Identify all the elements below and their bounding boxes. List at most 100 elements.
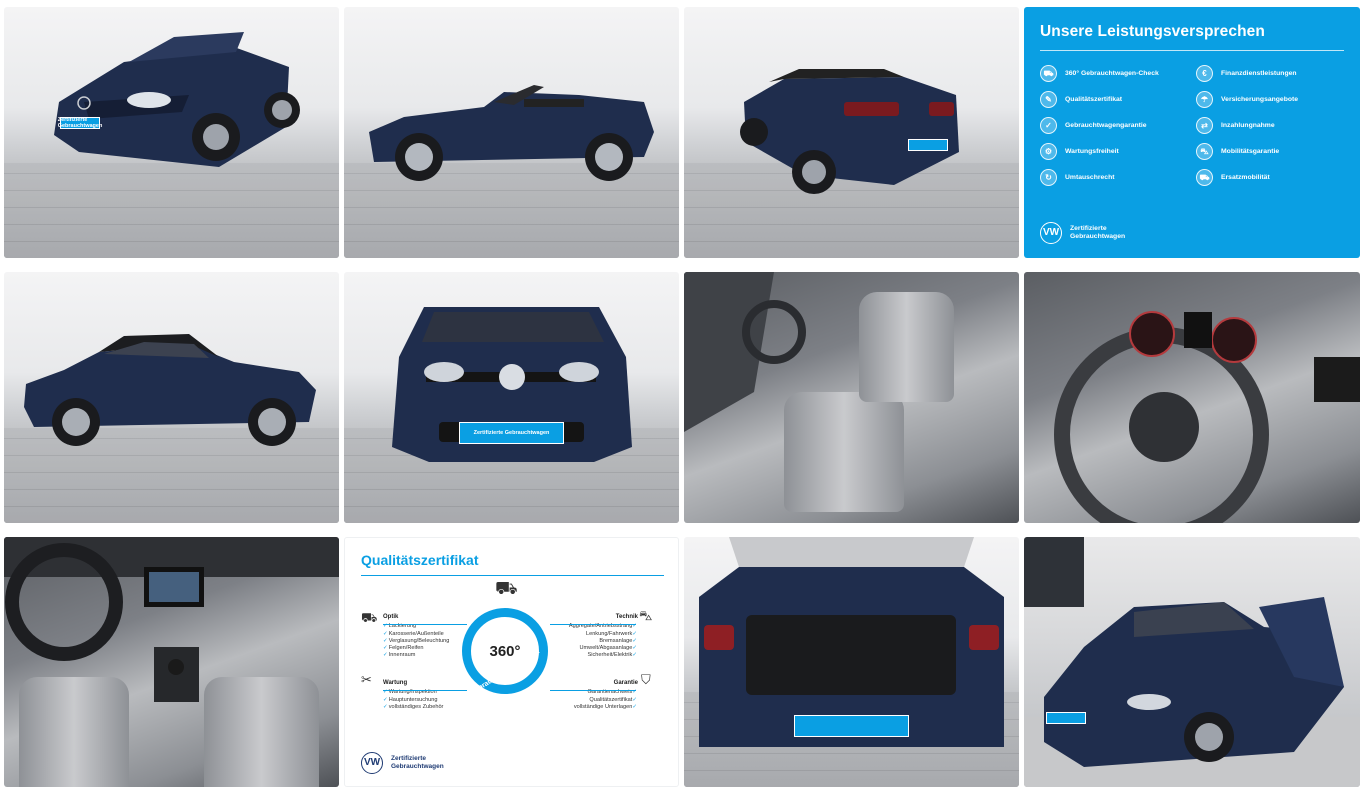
footer-line-2: Gebrauchtwagen [1070,233,1126,240]
door-panel-image [684,272,806,432]
technik-item: Sicherheit/Elektrik✓ [587,652,637,659]
promise-item-label: Versicherungsangebote [1221,96,1299,103]
certified-footer: VW Zertifizierte Gebrauchtwagen [1040,222,1125,244]
optik-list: Optik ✓Lackierung ✓Karosserie/Außenteile… [383,614,449,660]
gallery-photo-2[interactable] [344,7,679,258]
divider [550,624,636,625]
car-side-closed-image [24,334,316,446]
technik-item: Umwelt/Abgasanlage✓ [579,645,637,652]
garantie-item: Qualitätszertifikat✓ [589,696,637,703]
promise-item-label: Mobilitätsgarantie [1221,148,1280,155]
technik-item: Bremsanlage✓ [599,637,637,644]
footer-line-2: Gebrauchtwagen [391,763,444,770]
divider [1040,50,1344,51]
promise-item: ⛟ Ersatzmobilität [1196,169,1344,186]
check-360-number: 360° [489,642,521,660]
divider [550,690,636,691]
vw-logo-icon: VW [361,752,383,774]
trade-in-icon: ⇄ [1196,117,1213,134]
photo-gallery-grid: Zertifizierte Gebrauchtwagen Unsere Leis… [0,0,1363,787]
wrench-icon: ✂ [361,672,372,687]
technik-heading: Technik [615,614,638,620]
optik-item: ✓Felgen/Reifen [383,645,424,652]
finance-icon: € [1196,65,1213,82]
trunk-compartment [746,615,956,695]
gallery-photo-6[interactable] [684,272,1019,523]
promise-item-label: Inzahlungnahme [1221,122,1275,129]
gallery-photo-10[interactable] [1024,537,1360,787]
car-technik-icon: ⛍ [639,608,653,623]
wartung-heading: Wartung [383,680,408,686]
promise-item-label: Wartungsfreiheit [1065,148,1119,155]
car-optics-icon: ⛟ [361,610,378,625]
promise-item: ⛍ Mobilitätsgarantie [1196,143,1344,160]
optik-item: ✓Innenraum [383,652,416,659]
optik-item: ✓Karosserie/Außenteile [383,630,444,637]
certified-footer: VW Zertifizierte Gebrauchtwagen [361,752,444,774]
insurance-icon: ☂ [1196,91,1213,108]
exchange-icon: ↻ [1040,169,1057,186]
promise-item-label: 360° Gebrauchtwagen-Check [1065,70,1159,77]
license-plate [908,139,948,151]
car-front-left-image [54,32,300,167]
quality-panel-title: Qualitätszertifikat [361,552,479,568]
car-check-icon: ⛟ [495,578,518,598]
optik-item: ✓Verglasung/Beleuchtung [383,637,450,644]
car-rear-right-image [740,69,959,194]
garantie-heading: Garantie [613,680,638,686]
footer-line-1: Zertifizierte [1070,225,1107,232]
promise-item: ✓ Gebrauchtwagengarantie [1040,117,1188,134]
garantie-item: vollständige Unterlagen✓ [573,703,637,710]
gallery-photo-3[interactable] [684,7,1019,258]
wartung-list: Wartung ✓Wartung/Inspektion ✓Hauptunters… [383,680,443,711]
certified-plate: Zertifizierte Gebrauchtwagen [459,422,564,444]
wartung-item: ✓vollständiges Zubehör [383,703,444,710]
optik-heading: Optik [383,614,399,620]
replacement-car-icon: ⛟ [1196,169,1213,186]
promise-item-label: Finanzdienstleistungen [1221,70,1297,77]
promise-item: ☂ Versicherungsangebote [1196,91,1344,108]
gallery-photo-8[interactable] [4,537,339,787]
warranty-icon: ✓ [1040,117,1057,134]
shield-check-icon: ⛉ [641,672,651,687]
technik-item: Lenkung/Fahrwerk✓ [585,630,637,637]
vw-badge-image [1129,392,1199,462]
promise-item: ⛟ 360° Gebrauchtwagen-Check [1040,65,1188,82]
car-showroom-image [1024,537,1360,787]
promise-item: ⇄ Inzahlungnahme [1196,117,1344,134]
gallery-photo-1[interactable]: Zertifizierte Gebrauchtwagen [4,7,339,258]
vw-logo-icon: VW [1040,222,1062,244]
promise-list: ⛟ 360° Gebrauchtwagen-Check € Finanzdienst… [1040,65,1344,186]
car-check-icon: ⛟ [1040,65,1057,82]
gallery-photo-7[interactable] [1024,272,1360,523]
promise-item: ↻ Umtauschrecht [1040,169,1188,186]
certificate-icon: ✎ [1040,91,1057,108]
promise-panel[interactable]: Unsere Leistungsversprechen ⛟ 360° Gebrau… [1024,7,1360,258]
promise-item-label: Qualitätszertifikat [1065,96,1123,103]
promise-item: ⚙ Wartungsfreiheit [1040,143,1188,160]
promise-item: ✎ Qualitätszertifikat [1040,91,1188,108]
footer-line-1: Zertifizierte [391,755,427,762]
promise-panel-title: Unsere Leistungsversprechen [1040,23,1265,40]
promise-item-label: Umtauschrecht [1065,174,1115,181]
instrument-cluster-image [1129,311,1360,402]
license-plate [794,715,909,737]
certified-plate: Zertifizierte Gebrauchtwagen [57,117,103,129]
promise-item: € Finanzdienstleistungen [1196,65,1344,82]
divider [383,624,467,625]
promise-item-label: Ersatzmobilität [1221,174,1270,181]
divider [361,575,664,576]
gallery-photo-5[interactable]: Zertifizierte Gebrauchtwagen [344,272,679,523]
mobility-icon: ⛍ [1196,143,1213,160]
gallery-photo-9[interactable] [684,537,1019,787]
license-plate [1046,712,1086,724]
wartung-item: ✓Hauptuntersuchung [383,696,438,703]
technik-list: Technik Aggregate/Antriebsstrang✓ Lenkun… [569,614,638,660]
quality-certificate-panel[interactable]: Qualitätszertifikat ⛟ Optik ✓Lackierung … [344,537,679,787]
car-front-image [392,307,632,462]
maintenance-icon: ⚙ [1040,143,1057,160]
garantie-list: Garantie Garantienachweis✓ Qualitätszert… [574,680,638,711]
car-side-open-image [369,85,654,181]
dashboard-image [4,537,339,702]
gallery-photo-4[interactable] [4,272,339,523]
